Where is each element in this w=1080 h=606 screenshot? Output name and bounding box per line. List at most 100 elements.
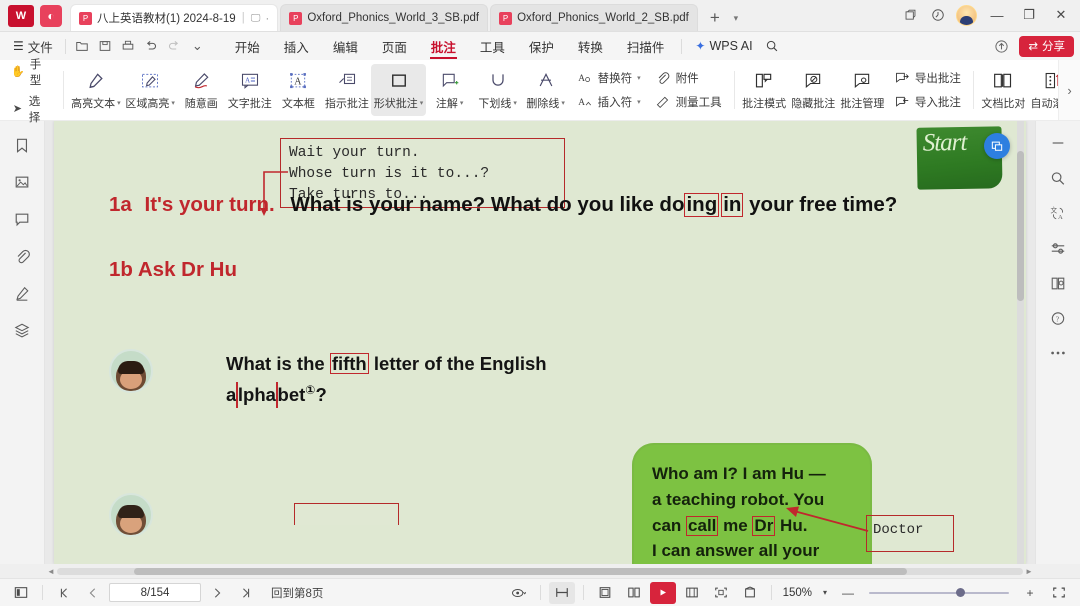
tool-manage-comment[interactable]: 批注管理	[838, 64, 887, 116]
screenshot-float-button[interactable]	[984, 133, 1010, 159]
share-button[interactable]: ⇄ 分享	[1019, 35, 1074, 57]
doctor-annotation-box[interactable]: Doctor	[866, 515, 954, 552]
play-icon[interactable]	[649, 581, 676, 604]
fit-width-icon[interactable]	[548, 581, 575, 604]
next-page-icon[interactable]	[204, 582, 230, 604]
menu-item-page[interactable]: 页面	[370, 35, 419, 57]
exercise-1a-box-ing[interactable]: ing	[684, 193, 720, 217]
robot-box-call[interactable]: call	[686, 515, 719, 536]
layers-icon[interactable]	[11, 320, 33, 340]
read-mode-icon[interactable]	[1047, 273, 1069, 293]
tool-replace-mark[interactable]: A 替换符 ▾	[573, 68, 645, 88]
tool-highlight-text[interactable]: 高亮文本 ▾	[69, 64, 123, 116]
partial-annotation-box[interactable]	[294, 503, 399, 525]
menu-item-protect[interactable]: 保护	[517, 35, 566, 57]
hscroll-thumb[interactable]	[134, 567, 908, 575]
vertical-scrollbar-thumb[interactable]	[1017, 151, 1024, 301]
tab-status-dot[interactable]: ·	[265, 11, 269, 25]
help-icon[interactable]: ?	[1047, 308, 1069, 328]
menu-item-tools[interactable]: 工具	[468, 35, 517, 57]
fullscreen-icon[interactable]	[1046, 582, 1072, 604]
apps-icon[interactable]	[897, 3, 923, 27]
menu-item-insert[interactable]: 插入	[272, 35, 321, 57]
menu-item-edit[interactable]: 编辑	[321, 35, 370, 57]
bookmark-icon[interactable]	[11, 135, 33, 155]
reflow-icon[interactable]	[737, 582, 763, 604]
undo-icon[interactable]	[140, 36, 163, 57]
tool-area-highlight[interactable]: 区域高亮 ▾	[123, 64, 177, 116]
ribbon-overflow-button[interactable]: ›	[1058, 60, 1080, 120]
thumbnail-icon[interactable]	[11, 172, 33, 192]
tool-export-comment[interactable]: 导出批注	[890, 68, 965, 88]
collapse-icon[interactable]	[1047, 133, 1069, 153]
open-folder-icon[interactable]	[71, 36, 94, 57]
menu-item-start[interactable]: 开始	[223, 35, 272, 57]
translate-icon[interactable]: 文A	[1047, 203, 1069, 223]
menu-item-scan[interactable]: 扫描件	[615, 35, 677, 57]
upload-icon[interactable]	[990, 36, 1013, 57]
tool-freehand[interactable]: 随意画	[177, 64, 225, 116]
avatar[interactable]	[956, 4, 977, 26]
search-icon[interactable]	[1047, 168, 1069, 188]
save-icon[interactable]	[94, 36, 117, 57]
minimize-button[interactable]: —	[982, 3, 1012, 27]
dual-page-icon[interactable]	[621, 582, 647, 604]
wps-ai-button[interactable]: ✦ WPS AI	[687, 39, 760, 53]
tab-1[interactable]: P Oxford_Phonics_World_3_SB.pdf	[280, 4, 489, 31]
new-tab-button[interactable]: +	[703, 5, 727, 31]
fit-page-icon[interactable]	[708, 582, 734, 604]
tool-strikethrough[interactable]: 删除线 ▾	[522, 64, 570, 116]
last-page-icon[interactable]	[233, 582, 259, 604]
attachment-icon[interactable]	[11, 246, 33, 266]
tool-attachment[interactable]: 附件	[651, 68, 726, 88]
question-box-fifth[interactable]: fifth	[329, 353, 369, 375]
hscroll-left-arrow[interactable]: ◄	[45, 567, 57, 576]
monitor-icon[interactable]: 🖵	[251, 13, 261, 24]
zoom-dropdown-icon[interactable]: ▾	[818, 582, 832, 604]
hscroll-track[interactable]	[57, 567, 1023, 575]
single-page-icon[interactable]	[592, 582, 618, 604]
tool-annotation[interactable]: 注解 ▾	[426, 64, 474, 116]
tool-text-comment[interactable]: A 文字批注	[225, 64, 274, 116]
print-icon[interactable]	[117, 36, 140, 57]
signature-icon[interactable]	[11, 283, 33, 303]
redo-icon[interactable]	[163, 36, 186, 57]
more-icon[interactable]	[1047, 343, 1069, 363]
menu-item-comment[interactable]: 批注	[419, 35, 468, 59]
clock-icon[interactable]	[925, 3, 951, 27]
eye-icon[interactable]	[506, 582, 532, 604]
prev-page-icon[interactable]	[80, 582, 106, 604]
tool-underline[interactable]: 下划线 ▾	[474, 64, 522, 116]
comment-icon[interactable]	[11, 209, 33, 229]
page-number-input[interactable]: 8/154	[109, 583, 201, 602]
pdf-page[interactable]: Start Wait your turn. Whose turn is it t…	[54, 121, 1026, 564]
tab-2[interactable]: P Oxford_Phonics_World_2_SB.pdf	[490, 4, 698, 31]
menu-item-convert[interactable]: 转换	[566, 35, 615, 57]
tool-measure[interactable]: 测量工具	[651, 92, 726, 112]
maximize-button[interactable]: ❐	[1014, 3, 1044, 27]
tool-compare-docs[interactable]: 文档比对	[979, 64, 1028, 116]
horizontal-scrollbar[interactable]: ◄ ►	[0, 564, 1080, 578]
close-button[interactable]: ✕	[1046, 3, 1076, 27]
tool-comment-mode[interactable]: 批注模式	[740, 64, 789, 116]
tool-shape-comment[interactable]: 形状批注 ▾	[371, 64, 426, 116]
tab-0[interactable]: P 八上英语教材(1) 2024-8-19 | 🖵 ·	[70, 4, 279, 31]
continuous-icon[interactable]	[679, 582, 705, 604]
tool-text-box[interactable]: A 文本框	[274, 64, 322, 116]
chevron-down-icon[interactable]: ⌄	[186, 36, 209, 57]
zoom-level-label[interactable]: 150%	[783, 587, 812, 599]
first-page-icon[interactable]	[51, 582, 77, 604]
zoom-out-button[interactable]: —	[835, 582, 861, 604]
zoom-slider-knob[interactable]	[955, 588, 965, 597]
exercise-1a-box-in[interactable]: in	[721, 193, 744, 217]
hand-tool-button[interactable]: ✋ 手型	[8, 55, 53, 89]
tool-callout[interactable]: 指示批注	[322, 64, 371, 116]
search-icon[interactable]	[761, 36, 784, 57]
tab-list-dropdown[interactable]: ▾	[727, 5, 745, 31]
document-viewport[interactable]: Start Wait your turn. Whose turn is it t…	[45, 121, 1035, 564]
tool-import-comment[interactable]: 导入批注	[890, 92, 965, 112]
tool-insert-mark[interactable]: A 插入符 ▾	[573, 92, 645, 112]
tool-hide-comment[interactable]: 隐藏批注	[789, 64, 838, 116]
zoom-in-button[interactable]: +	[1017, 582, 1043, 604]
goto-page-link[interactable]: 回到第8页	[271, 585, 323, 601]
